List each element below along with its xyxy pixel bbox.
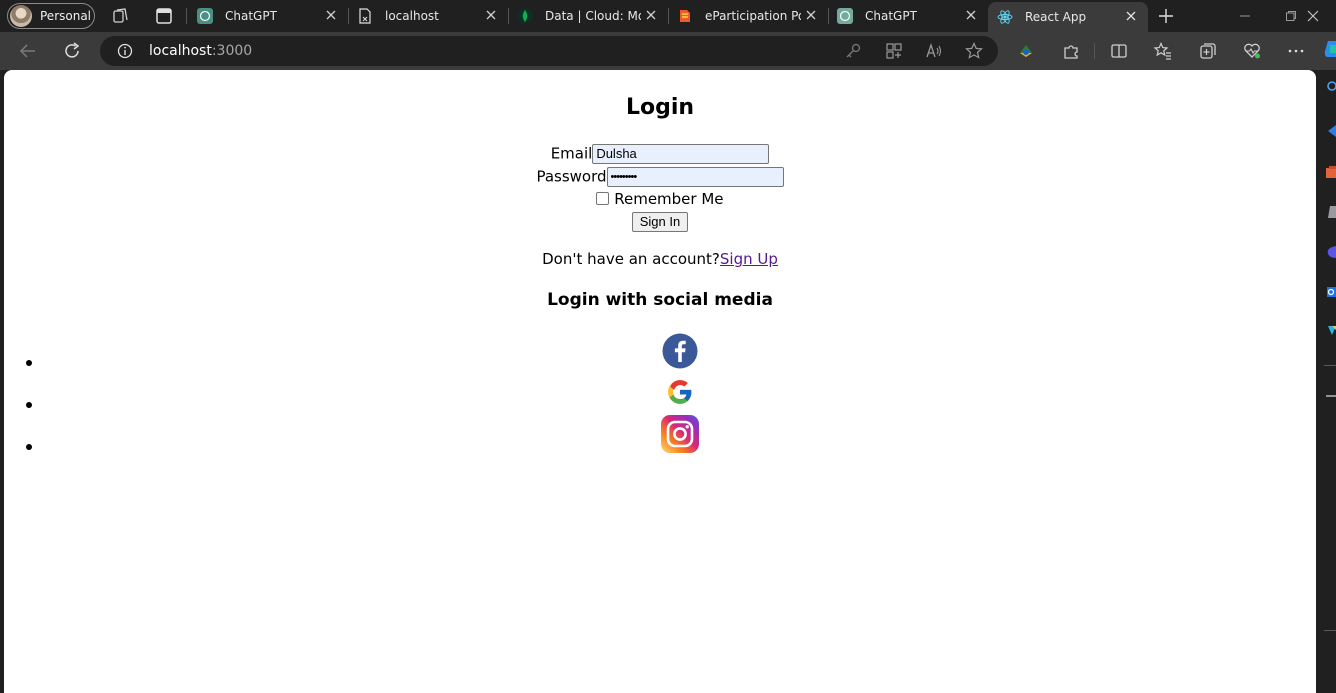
sign-in-row: Sign In	[4, 212, 1316, 232]
list-bullet	[26, 402, 32, 408]
more-menu-icon[interactable]	[1286, 41, 1306, 61]
no-account-text: Don't have an account?	[542, 250, 720, 268]
tab-title: Data | Cloud: Mon	[545, 9, 641, 23]
toolbar-divider	[1094, 43, 1095, 59]
tools-briefcase-icon[interactable]	[1324, 164, 1336, 180]
browser-sidebar	[1316, 70, 1336, 693]
remember-me-checkbox[interactable]	[596, 192, 610, 205]
tab-title: ChatGPT	[865, 9, 917, 23]
browser-tab-strip: Personal ChatGPT localhost Data | Cloud:…	[0, 0, 1336, 32]
password-label: Password	[536, 167, 607, 186]
google-icon[interactable]	[667, 379, 693, 405]
password-field[interactable]: •••••••••	[606, 167, 784, 187]
tab-mongodb-cloud[interactable]: Data | Cloud: Mon	[508, 0, 668, 32]
email-field[interactable]: Dulsha	[592, 144, 770, 164]
close-tab-icon[interactable]	[644, 8, 658, 22]
back-arrow-icon[interactable]	[18, 41, 38, 61]
tab-chatgpt-2[interactable]: ChatGPT	[828, 0, 988, 32]
eparticipation-favicon-icon	[680, 10, 690, 22]
tab-eparticipation[interactable]: eParticipation Por	[668, 0, 828, 32]
email-row: Email Dulsha	[4, 144, 1316, 164]
sidebar-divider	[1324, 365, 1336, 366]
remember-row: Remember Me	[4, 190, 1316, 208]
minimize-window-button[interactable]	[1222, 0, 1268, 32]
chatgpt-favicon-icon	[837, 8, 853, 24]
signup-row: Don't have an account?Sign Up	[4, 250, 1316, 268]
tab-title: localhost	[385, 9, 439, 23]
profile-label: Personal	[40, 9, 92, 23]
close-tab-icon[interactable]	[804, 8, 818, 22]
site-info-icon[interactable]	[117, 43, 133, 59]
tab-chatgpt-1[interactable]: ChatGPT	[188, 0, 348, 32]
close-tab-icon[interactable]	[1124, 9, 1138, 23]
tab-title: ChatGPT	[225, 9, 277, 23]
microsoft-365-icon[interactable]	[1324, 244, 1336, 260]
tab-actions-icon[interactable]	[154, 6, 174, 26]
facebook-icon[interactable]	[662, 333, 698, 369]
extension-colorful-icon[interactable]	[1016, 41, 1036, 61]
minimize-icon	[1240, 15, 1250, 17]
close-tab-icon[interactable]	[484, 8, 498, 22]
sign-up-link[interactable]: Sign Up	[720, 250, 778, 268]
games-chess-icon[interactable]	[1324, 204, 1336, 220]
page-title: Login	[625, 95, 695, 120]
document-favicon-icon	[359, 8, 371, 24]
mongodb-leaf-icon	[517, 8, 533, 24]
close-window-icon	[1307, 10, 1319, 22]
new-tab-plus-icon[interactable]	[1156, 6, 1176, 26]
profile-button[interactable]: Personal	[7, 3, 95, 29]
outlook-icon[interactable]	[1324, 284, 1336, 300]
favorite-star-icon[interactable]	[964, 41, 984, 61]
sidebar-divider	[1324, 630, 1336, 631]
tab-title: React App	[1025, 10, 1087, 24]
password-row: Password •••••••••	[4, 167, 1316, 187]
email-label: Email	[550, 144, 593, 163]
url-text: localhost:3000	[149, 43, 252, 59]
close-tab-icon[interactable]	[324, 8, 338, 22]
add-sidebar-icon[interactable]	[1324, 390, 1336, 402]
extensions-puzzle-icon[interactable]	[1061, 41, 1081, 61]
instagram-icon[interactable]	[661, 415, 699, 453]
sign-in-button[interactable]: Sign In	[631, 212, 689, 232]
workspaces-icon[interactable]	[111, 6, 131, 26]
browser-toolbar: localhost:3000	[0, 32, 1336, 70]
app-available-icon[interactable]	[884, 41, 904, 61]
tab-localhost[interactable]: localhost	[348, 0, 508, 32]
split-screen-icon[interactable]	[1109, 41, 1129, 61]
close-window-button[interactable]	[1290, 0, 1336, 32]
remember-me-label: Remember Me	[614, 190, 724, 208]
browser-essentials-heart-icon[interactable]	[1242, 41, 1262, 61]
tab-title: eParticipation Por	[705, 9, 801, 23]
key-icon[interactable]	[843, 41, 863, 61]
social-login-heading: Login with social media	[547, 290, 773, 310]
chatgpt-favicon-icon	[197, 8, 213, 24]
refresh-icon[interactable]	[62, 41, 82, 61]
url-port: :3000	[211, 43, 253, 59]
collections-icon[interactable]	[1198, 41, 1218, 61]
drop-icon[interactable]	[1324, 324, 1336, 338]
url-host: localhost	[149, 43, 212, 59]
list-bullet	[26, 444, 32, 450]
search-icon[interactable]	[1324, 80, 1336, 94]
page-viewport: Login Email Dulsha Password ••••••••• Reme…	[4, 70, 1316, 693]
close-tab-icon[interactable]	[964, 8, 978, 22]
shopping-tag-icon[interactable]	[1324, 124, 1336, 138]
read-aloud-icon[interactable]	[924, 41, 944, 61]
react-logo-icon	[997, 10, 1013, 24]
copilot-icon[interactable]	[1324, 39, 1336, 59]
address-bar[interactable]: localhost:3000	[100, 36, 998, 66]
list-bullet	[26, 360, 32, 366]
favorites-icon[interactable]	[1153, 41, 1173, 61]
tab-react-app[interactable]: React App	[988, 2, 1148, 32]
tab-divider	[186, 8, 187, 24]
profile-avatar	[10, 5, 32, 27]
